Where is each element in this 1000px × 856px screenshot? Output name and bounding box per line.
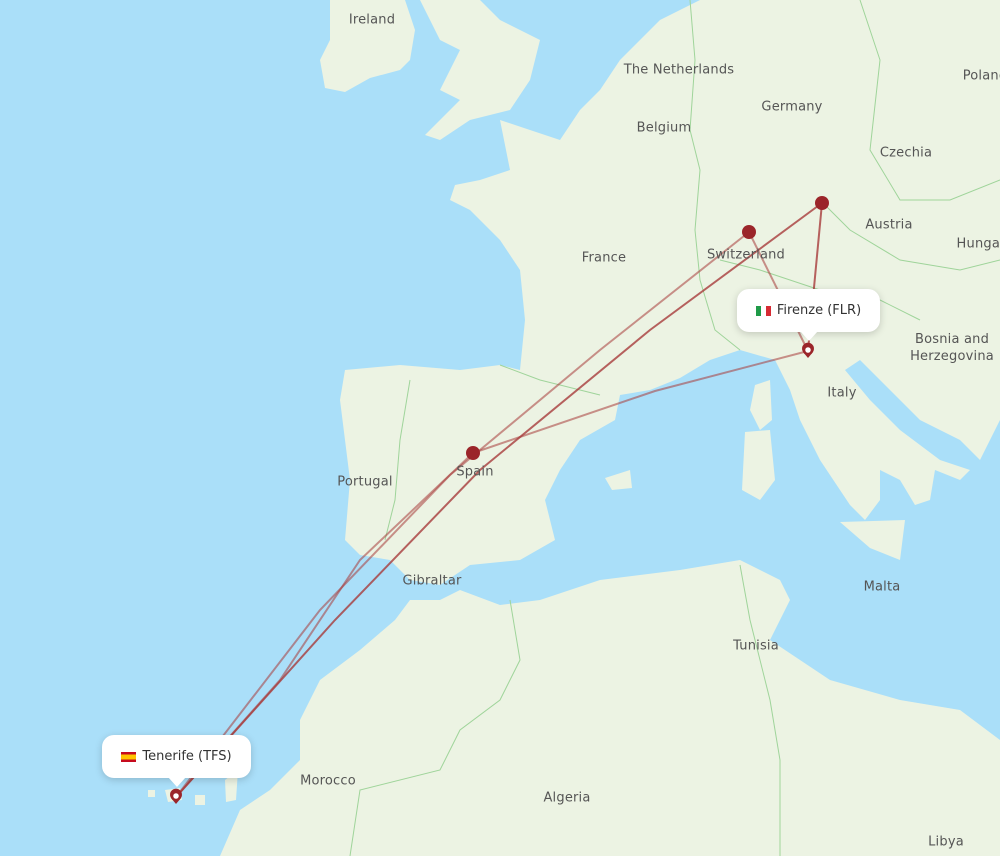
country-label: Italy [827, 385, 857, 401]
country-label: Algeria [543, 790, 591, 806]
country-label: Czechia [879, 145, 933, 161]
airport-callout-destination[interactable]: Tenerife (TFS) [102, 735, 251, 787]
land-great-britain [420, 0, 540, 140]
land-sicily [840, 520, 905, 560]
country-label: The Netherlands [623, 62, 735, 78]
hub-dot-icon[interactable] [466, 446, 480, 460]
land-europe [340, 0, 1000, 585]
country-label: Belgium [636, 120, 692, 136]
land-balearics [605, 470, 632, 490]
map-pin-icon[interactable] [170, 788, 182, 804]
spain-flag-icon [121, 751, 137, 762]
country-label: Switzerland [706, 247, 786, 263]
map-canvas[interactable] [0, 0, 1000, 856]
country-label: Libya [928, 834, 964, 850]
country-label: Germany [761, 99, 823, 115]
land-north-africa [220, 560, 1000, 856]
land-corsica [750, 380, 772, 430]
country-label: Gibraltar [402, 573, 462, 589]
country-label: Tunisia [733, 638, 779, 654]
country-label: Austria [865, 217, 913, 233]
country-label: Poland [962, 68, 1000, 84]
hub-dot-icon[interactable] [815, 196, 829, 210]
country-label: Spain [456, 464, 494, 480]
airport-label: Tenerife (TFS) [142, 749, 232, 764]
country-label: Bosnia and Herzegovina [910, 332, 994, 364]
country-label: Morocco [300, 773, 356, 789]
hub-dot-icon[interactable] [742, 225, 756, 239]
italy-flag-icon [755, 305, 771, 316]
land-sardinia [742, 430, 775, 500]
country-label: France [581, 250, 627, 266]
country-label: Ireland [348, 12, 396, 28]
country-label: Malta [863, 579, 901, 595]
country-label: Hungary [956, 236, 1000, 252]
airport-label: Firenze (FLR) [776, 303, 862, 318]
airport-callout-origin[interactable]: Firenze (FLR) [737, 289, 880, 341]
country-label: Portugal [337, 474, 393, 490]
